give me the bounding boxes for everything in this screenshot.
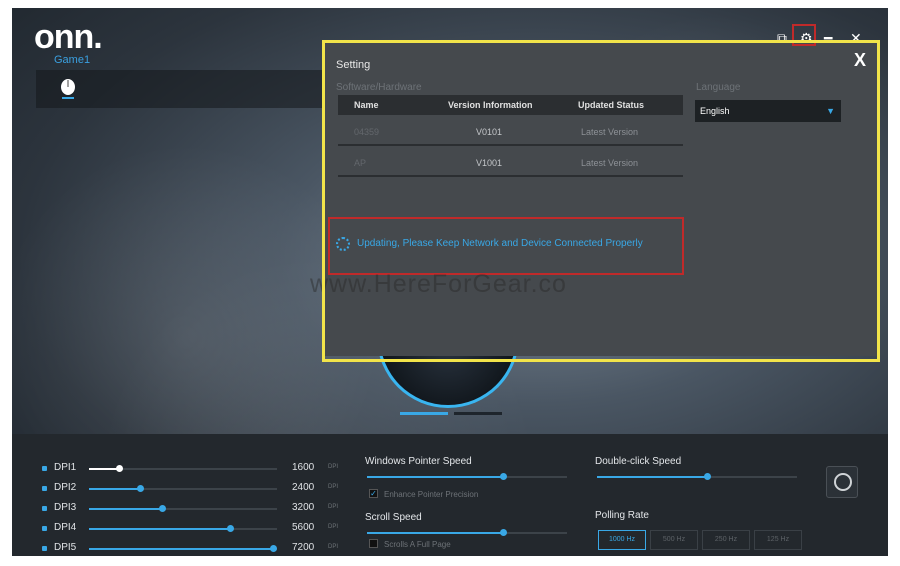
page-indicator[interactable] — [454, 412, 502, 415]
dpi-label: DPI4 — [54, 522, 77, 533]
dpi-value: 1600 — [292, 462, 315, 473]
row-status: Latest Version — [581, 158, 639, 168]
dpi-value: 7200 — [292, 542, 315, 553]
table-row: 04359 V0101 Latest Version — [338, 118, 683, 146]
reset-icon — [834, 473, 852, 491]
language-select[interactable]: English ▼ — [695, 100, 841, 122]
slider-fill — [89, 528, 230, 530]
polling-500-button[interactable]: 500 Hz — [650, 530, 698, 550]
dpi-slider[interactable] — [89, 485, 277, 492]
dpi-value: 3200 — [292, 502, 315, 513]
slider-handle[interactable] — [116, 465, 124, 472]
section-label: Software/Hardware — [336, 82, 422, 93]
column-header-name: Name — [354, 100, 379, 110]
slider-fill — [89, 548, 274, 550]
scroll-speed-slider[interactable] — [367, 529, 567, 536]
slider-handle[interactable] — [500, 529, 507, 536]
dpi-slider[interactable] — [89, 465, 277, 472]
version-table-header: Name Version Information Updated Status — [338, 95, 683, 115]
table-row: AP V1001 Latest Version — [338, 149, 683, 177]
dpi-row-4[interactable]: DPI4 5600 DPI — [42, 520, 352, 540]
dpi-indicator-icon — [42, 506, 47, 511]
dpi-slider[interactable] — [89, 525, 277, 532]
dpi-label: DPI3 — [54, 502, 77, 513]
slider-fill — [367, 476, 503, 478]
watermark: www.HereForGear.co — [310, 270, 567, 298]
dpi-indicator-icon — [42, 546, 47, 551]
slider-fill — [89, 488, 140, 490]
scroll-speed-title: Scroll Speed — [365, 512, 422, 523]
column-header-version: Version Information — [448, 100, 533, 110]
slider-handle[interactable] — [227, 525, 234, 532]
dialog-close-button[interactable]: X — [854, 50, 866, 71]
slider-handle[interactable] — [136, 485, 144, 492]
language-label: Language — [696, 82, 741, 93]
update-status-highlight: Updating, Please Keep Network and Device… — [328, 217, 684, 275]
dpi-value: 2400 — [292, 482, 315, 493]
profile-bar[interactable] — [36, 70, 336, 108]
row-name: 04359 — [354, 127, 380, 137]
dpi-row-2[interactable]: DPI2 2400 DPI — [42, 480, 352, 500]
setting-dialog: Setting X Software/Hardware Language Nam… — [324, 42, 878, 356]
polling-125-button[interactable]: 125 Hz — [754, 530, 802, 550]
slider-handle[interactable] — [500, 473, 507, 480]
settings-panel: DPI1 1600 DPI DPI2 2400 DPI DPI3 3200 DPI DPI4 560… — [12, 434, 888, 556]
enhance-precision-checkbox[interactable]: ✓ — [369, 489, 378, 498]
pointer-speed-title: Windows Pointer Speed — [365, 456, 472, 467]
dpi-slider[interactable] — [89, 545, 278, 552]
language-value: English — [700, 106, 730, 116]
brand-logo: onn. — [34, 18, 103, 56]
dpi-label: DPI1 — [54, 462, 77, 473]
polling-rate-title: Polling Rate — [595, 510, 649, 521]
dpi-unit: DPI — [328, 524, 339, 530]
dpi-indicator-icon — [42, 526, 47, 531]
row-version: V0101 — [476, 127, 503, 137]
gear-highlight — [792, 24, 816, 46]
dpi-unit: DPI — [328, 484, 339, 490]
slider-handle[interactable] — [159, 505, 167, 512]
dpi-indicator-icon — [42, 486, 47, 491]
dpi-value: 5600 — [292, 522, 315, 533]
checkbox-label: Enhance Pointer Precision — [384, 490, 479, 499]
slider-handle[interactable] — [704, 473, 711, 480]
dpi-label: DPI5 — [54, 542, 77, 553]
slider-fill — [89, 508, 163, 510]
double-click-title: Double-click Speed — [595, 456, 682, 467]
mouse-software-window: onn. Game1 ⧉ ⚙ ━ ✕ Setting X Software/Ha… — [12, 8, 888, 556]
page-indicator-active[interactable] — [400, 412, 448, 415]
polling-1000-button[interactable]: 1000 Hz — [598, 530, 646, 550]
dpi-row-1[interactable]: DPI1 1600 DPI — [42, 460, 352, 480]
row-version: V1001 — [476, 158, 503, 168]
loading-spinner-icon — [336, 237, 350, 251]
double-click-slider[interactable] — [597, 473, 797, 480]
row-name: AP — [354, 158, 367, 168]
slider-fill — [367, 532, 503, 534]
profile-name[interactable]: Game1 — [54, 54, 90, 66]
dropdown-arrow-icon: ▼ — [826, 106, 835, 116]
update-message: Updating, Please Keep Network and Device… — [357, 238, 643, 249]
pointer-speed-slider[interactable] — [367, 473, 567, 480]
full-page-checkbox[interactable] — [369, 539, 378, 548]
dpi-unit: DPI — [328, 464, 339, 470]
dpi-indicator-icon — [42, 466, 47, 471]
dpi-slider[interactable] — [89, 505, 277, 512]
dpi-row-3[interactable]: DPI3 3200 DPI — [42, 500, 352, 520]
slider-fill — [89, 468, 120, 470]
polling-250-button[interactable]: 250 Hz — [702, 530, 750, 550]
dpi-unit: DPI — [328, 504, 339, 510]
checkbox-label: Scrolls A Full Page — [384, 540, 451, 549]
slider-handle[interactable] — [270, 545, 278, 552]
row-status: Latest Version — [581, 127, 639, 137]
dpi-unit: DPI — [328, 544, 339, 550]
dpi-label: DPI2 — [54, 482, 77, 493]
slider-fill — [597, 476, 707, 478]
dpi-row-5[interactable]: DPI5 7200 DPI — [42, 540, 352, 556]
mouse-icon — [61, 79, 75, 99]
reset-button[interactable] — [826, 466, 858, 498]
dialog-title: Setting — [336, 59, 371, 71]
column-header-status: Updated Status — [578, 100, 645, 110]
